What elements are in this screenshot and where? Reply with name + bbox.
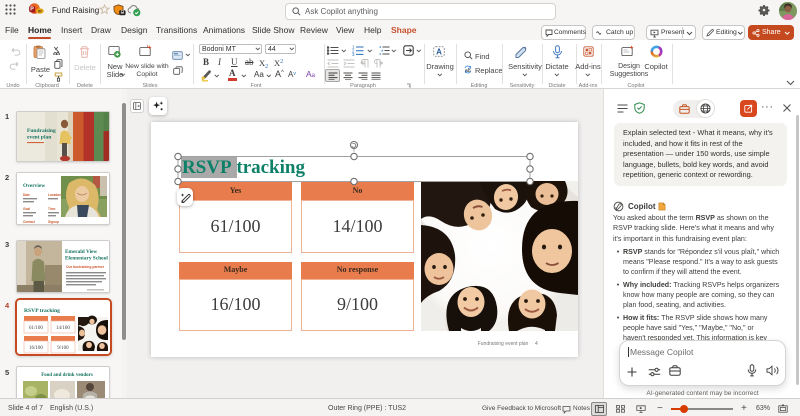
svg-text:ab: ab xyxy=(465,68,471,74)
svg-text:61/100: 61/100 xyxy=(29,326,43,331)
svg-text:Our fundraising partner: Our fundraising partner xyxy=(66,265,105,269)
svg-text:Goal: Goal xyxy=(23,207,30,211)
svg-text:or: or xyxy=(38,9,43,14)
svg-text:P: P xyxy=(30,7,34,13)
svg-text:Emerald View: Emerald View xyxy=(65,249,97,255)
svg-text:Fundraising: Fundraising xyxy=(27,128,56,134)
svg-text:RSVP tracking: RSVP tracking xyxy=(24,308,60,314)
svg-text:Contact: Contact xyxy=(23,220,36,224)
svg-text:Food and drink vendors: Food and drink vendors xyxy=(41,373,93,378)
svg-text:A: A xyxy=(436,47,442,56)
svg-text:Overview: Overview xyxy=(23,183,45,189)
svg-text:Signup: Signup xyxy=(48,220,59,224)
svg-text:14/100: 14/100 xyxy=(56,326,70,331)
svg-text:Date: Date xyxy=(23,193,30,197)
svg-text:Time: Time xyxy=(48,207,56,211)
svg-text:3: 3 xyxy=(352,52,355,56)
svg-text:16/100: 16/100 xyxy=(29,346,43,351)
svg-text:Elementary School: Elementary School xyxy=(65,256,108,262)
svg-text:9/100: 9/100 xyxy=(57,346,69,351)
svg-text:event plan: event plan xyxy=(27,135,51,141)
svg-text:Location: Location xyxy=(48,193,61,197)
